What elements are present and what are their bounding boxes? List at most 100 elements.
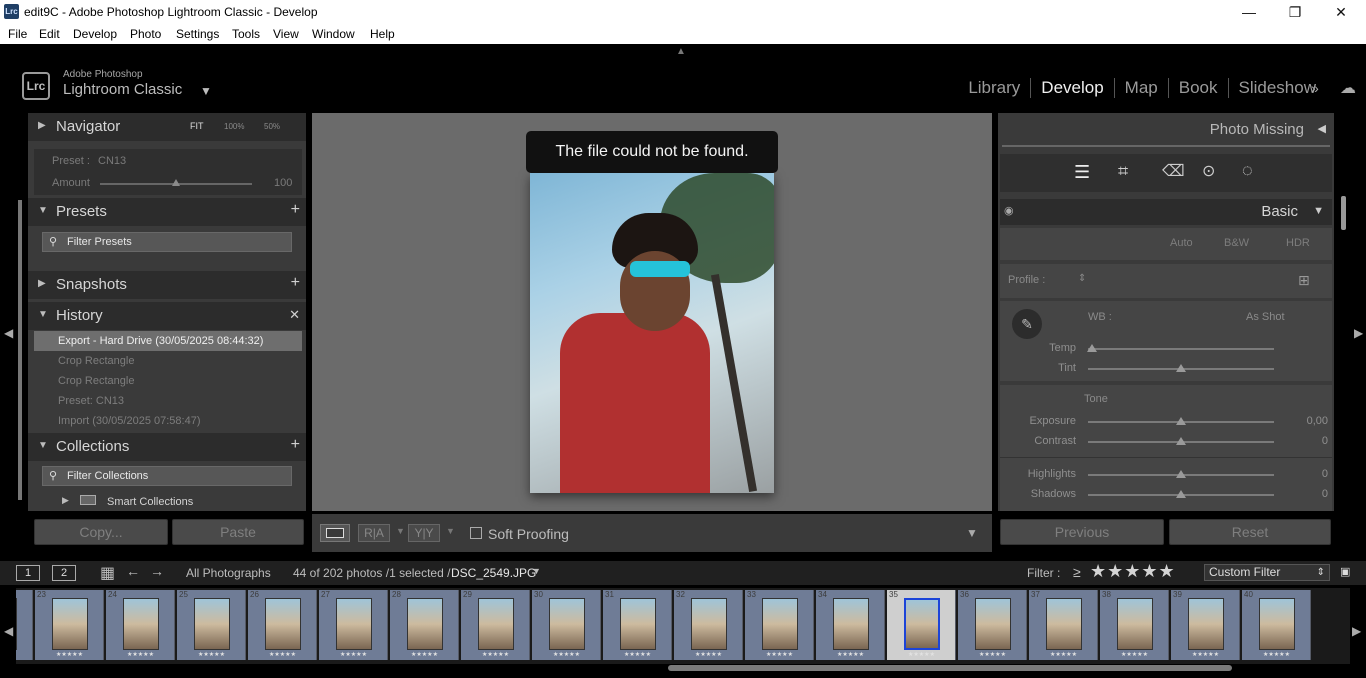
contrast-slider[interactable]: Contrast 0 bbox=[1000, 433, 1332, 451]
collapse-histogram-icon[interactable]: ◀ bbox=[1318, 122, 1326, 135]
filmstrip-cell[interactable]: 32 ★★★★★ bbox=[674, 590, 743, 660]
filmstrip-cell[interactable]: 24 ★★★★★ bbox=[106, 590, 175, 660]
exposure-knob[interactable] bbox=[1176, 417, 1186, 425]
thumbnail[interactable] bbox=[833, 598, 869, 650]
menu-edit[interactable]: Edit bbox=[39, 27, 60, 41]
history-item[interactable]: Crop Rectangle bbox=[34, 371, 302, 391]
forward-arrow-icon[interactable]: → bbox=[150, 563, 164, 579]
thumbnail[interactable] bbox=[336, 598, 372, 650]
restore-button[interactable]: ❐ bbox=[1272, 0, 1318, 24]
temp-slider[interactable]: Temp bbox=[1000, 340, 1332, 358]
filmstrip-cell[interactable]: 28 ★★★★★ bbox=[390, 590, 459, 660]
filmstrip-cell[interactable]: 35 ★★★★★ bbox=[887, 590, 956, 660]
right-panel-scrollbar[interactable] bbox=[1341, 196, 1346, 230]
compare-dropdown-icon[interactable]: ▼ bbox=[446, 526, 455, 536]
before-after-dropdown-icon[interactable]: ▼ bbox=[396, 526, 405, 536]
identity-dropdown-icon[interactable]: ▼ bbox=[200, 84, 212, 98]
close-button[interactable]: ✕ bbox=[1318, 0, 1364, 24]
main-photo[interactable] bbox=[530, 173, 774, 493]
thumbnail[interactable] bbox=[975, 598, 1011, 650]
navigator-header[interactable]: ▶ Navigator FIT 100% 50% bbox=[28, 113, 306, 141]
thumbnail[interactable] bbox=[265, 598, 301, 650]
history-header[interactable]: ▼ History ✕ bbox=[28, 302, 306, 330]
grid-view-icon[interactable]: ▦ bbox=[100, 563, 115, 583]
filename-dropdown-icon[interactable]: ▼ bbox=[532, 566, 541, 576]
module-book[interactable]: Book bbox=[1169, 78, 1229, 98]
filter-collections-input[interactable]: ⚲ Filter Collections bbox=[42, 466, 292, 486]
highlights-knob[interactable] bbox=[1176, 470, 1186, 478]
filmstrip-left-icon[interactable]: ◀ bbox=[4, 624, 13, 638]
profile-browser-icon[interactable]: ⊞ bbox=[1298, 272, 1310, 289]
filmstrip-cell[interactable]: 36 ★★★★★ bbox=[958, 590, 1027, 660]
shadows-slider[interactable]: Shadows 0 bbox=[1000, 486, 1332, 504]
clear-history-icon[interactable]: ✕ bbox=[289, 307, 300, 323]
history-item[interactable]: Preset: CN13 bbox=[34, 391, 302, 411]
thumbnail[interactable] bbox=[478, 598, 514, 650]
filmstrip-cell[interactable]: 22★★★★★ bbox=[16, 590, 33, 660]
exposure-slider[interactable]: Exposure 0,00 bbox=[1000, 413, 1332, 431]
profile-dropdown-icon[interactable]: ⇕ bbox=[1078, 273, 1086, 284]
loupe-view-icon[interactable] bbox=[320, 524, 350, 542]
highlights-slider[interactable]: Highlights 0 bbox=[1000, 466, 1332, 484]
right-panel-toggle-icon[interactable]: ▶ bbox=[1354, 326, 1363, 340]
filmstrip-right-icon[interactable]: ▶ bbox=[1352, 624, 1361, 638]
menu-photo[interactable]: Photo bbox=[130, 27, 161, 41]
filmstrip-cell[interactable]: 38 ★★★★★ bbox=[1100, 590, 1169, 660]
copy-button[interactable]: Copy... bbox=[34, 519, 168, 545]
filmstrip-cell[interactable]: 30 ★★★★★ bbox=[532, 590, 601, 660]
module-library[interactable]: Library bbox=[958, 78, 1032, 98]
filmstrip-cell[interactable]: 40 ★★★★★ bbox=[1242, 590, 1311, 660]
left-panel-scrollbar[interactable] bbox=[18, 200, 22, 500]
treatment-hdr[interactable]: HDR bbox=[1286, 237, 1310, 249]
history-item[interactable]: Crop Rectangle bbox=[34, 351, 302, 371]
back-arrow-icon[interactable]: ← bbox=[126, 563, 140, 579]
amount-slider-knob[interactable] bbox=[172, 179, 180, 186]
add-snapshot-icon[interactable]: + bbox=[291, 274, 300, 292]
filter-operator[interactable]: ≥ bbox=[1073, 564, 1081, 580]
presets-header[interactable]: ▼ Presets + bbox=[28, 198, 306, 226]
healing-eraser-icon[interactable]: ⌫ bbox=[1162, 161, 1185, 181]
module-develop[interactable]: Develop bbox=[1031, 78, 1115, 98]
basic-header[interactable]: ◉ Basic ▼ bbox=[1000, 199, 1332, 225]
zoom-fit[interactable]: FIT bbox=[190, 121, 204, 131]
toolbar-menu-icon[interactable]: ▼ bbox=[966, 526, 978, 540]
custom-filter-select[interactable]: Custom Filter ⇕ bbox=[1204, 564, 1330, 581]
wb-value[interactable]: As Shot bbox=[1246, 311, 1285, 323]
temp-track[interactable] bbox=[1088, 348, 1274, 350]
filmstrip-cell[interactable]: 37 ★★★★★ bbox=[1029, 590, 1098, 660]
masking-icon[interactable]: ◌ bbox=[1242, 160, 1253, 181]
filmstrip-cell[interactable]: 31 ★★★★★ bbox=[603, 590, 672, 660]
compare-yy-icon[interactable]: Y|Y bbox=[408, 524, 440, 542]
history-item[interactable]: Export - Hard Drive (30/05/2025 08:44:32… bbox=[34, 331, 302, 351]
thumbnail[interactable] bbox=[691, 598, 727, 650]
filmstrip-cell[interactable]: 23 ★★★★★ bbox=[35, 590, 104, 660]
soft-proofing-checkbox[interactable] bbox=[470, 527, 482, 539]
expand-smart-collections-icon[interactable]: ▶ bbox=[62, 495, 69, 506]
snapshots-header[interactable]: ▶ Snapshots + bbox=[28, 271, 306, 299]
treatment-bw[interactable]: B&W bbox=[1224, 237, 1249, 249]
smart-collections-label[interactable]: Smart Collections bbox=[107, 496, 193, 508]
filmstrip-cell[interactable]: 25 ★★★★★ bbox=[177, 590, 246, 660]
exposure-value[interactable]: 0,00 bbox=[1288, 415, 1328, 427]
filmstrip-cell[interactable]: 26 ★★★★★ bbox=[248, 590, 317, 660]
highlights-value[interactable]: 0 bbox=[1288, 468, 1328, 480]
rating-filter-stars[interactable]: ★★★★★ bbox=[1090, 561, 1176, 582]
filter-lock-icon[interactable]: ▣ bbox=[1340, 565, 1350, 578]
filter-presets-input[interactable]: ⚲ Filter Presets bbox=[42, 232, 292, 252]
shadows-knob[interactable] bbox=[1176, 490, 1186, 498]
minimize-button[interactable]: — bbox=[1226, 0, 1272, 24]
thumbnail[interactable] bbox=[1117, 598, 1153, 650]
tint-slider[interactable]: Tint bbox=[1000, 360, 1332, 378]
more-modules-icon[interactable]: » bbox=[1311, 80, 1319, 96]
thumbnail[interactable] bbox=[123, 598, 159, 650]
tint-knob[interactable] bbox=[1176, 364, 1186, 372]
contrast-knob[interactable] bbox=[1176, 437, 1186, 445]
filmstrip-cell[interactable]: 33 ★★★★★ bbox=[745, 590, 814, 660]
treatment-auto[interactable]: Auto bbox=[1170, 237, 1193, 249]
cloud-sync-icon[interactable]: ☁ bbox=[1340, 78, 1356, 98]
left-panel-toggle-icon[interactable]: ◀ bbox=[4, 326, 13, 340]
second-window-button[interactable]: 2 bbox=[52, 565, 76, 581]
thumbnail[interactable] bbox=[904, 598, 940, 650]
thumbnail[interactable] bbox=[1259, 598, 1295, 650]
menu-settings[interactable]: Settings bbox=[176, 27, 219, 41]
